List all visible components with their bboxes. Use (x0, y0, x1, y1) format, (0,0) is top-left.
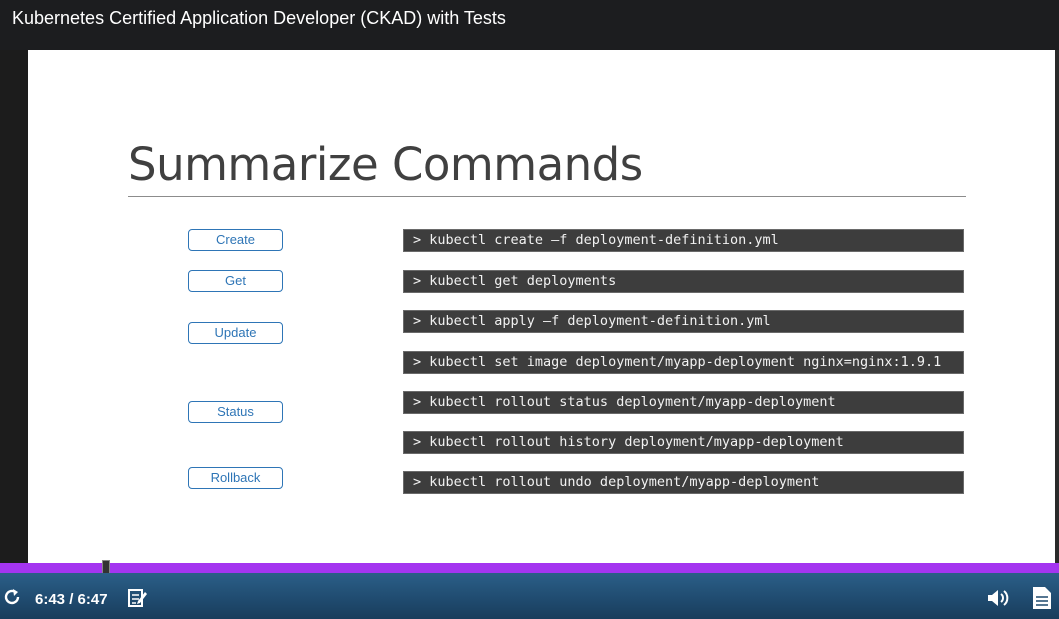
slide: Summarize Commands Create Get Update Sta… (28, 50, 1055, 563)
scrollbar[interactable] (1055, 50, 1059, 563)
command-rollout-undo: > kubectl rollout undo deployment/myapp-… (403, 471, 964, 494)
playback-time: 6:43 / 6:47 (35, 591, 108, 608)
command-rollout-history: > kubectl rollout history deployment/mya… (403, 431, 964, 454)
transcript-icon[interactable] (1032, 586, 1052, 615)
label-create: Create (188, 229, 283, 251)
label-rollback: Rollback (188, 467, 283, 489)
command-create: > kubectl create –f deployment-definitio… (403, 229, 964, 252)
replay-icon[interactable] (2, 587, 22, 612)
course-title-bar: Kubernetes Certified Application Develop… (0, 0, 1059, 50)
command-apply: > kubectl apply –f deployment-definition… (403, 310, 964, 333)
command-get: > kubectl get deployments (403, 270, 964, 293)
notes-icon[interactable] (128, 589, 148, 612)
slide-title: Summarize Commands (128, 138, 643, 191)
label-update: Update (188, 322, 283, 344)
video-stage[interactable]: Summarize Commands Create Get Update Sta… (0, 50, 1059, 563)
command-rollout-status: > kubectl rollout status deployment/myap… (403, 391, 964, 414)
command-set-image: > kubectl set image deployment/myapp-dep… (403, 351, 964, 374)
player-controls: 6:43 / 6:47 (0, 573, 1059, 619)
course-title: Kubernetes Certified Application Develop… (12, 8, 506, 28)
label-get: Get (188, 270, 283, 292)
volume-icon[interactable] (986, 588, 1010, 613)
progress-fill (0, 563, 1059, 573)
label-status: Status (188, 401, 283, 423)
title-divider (128, 196, 966, 197)
